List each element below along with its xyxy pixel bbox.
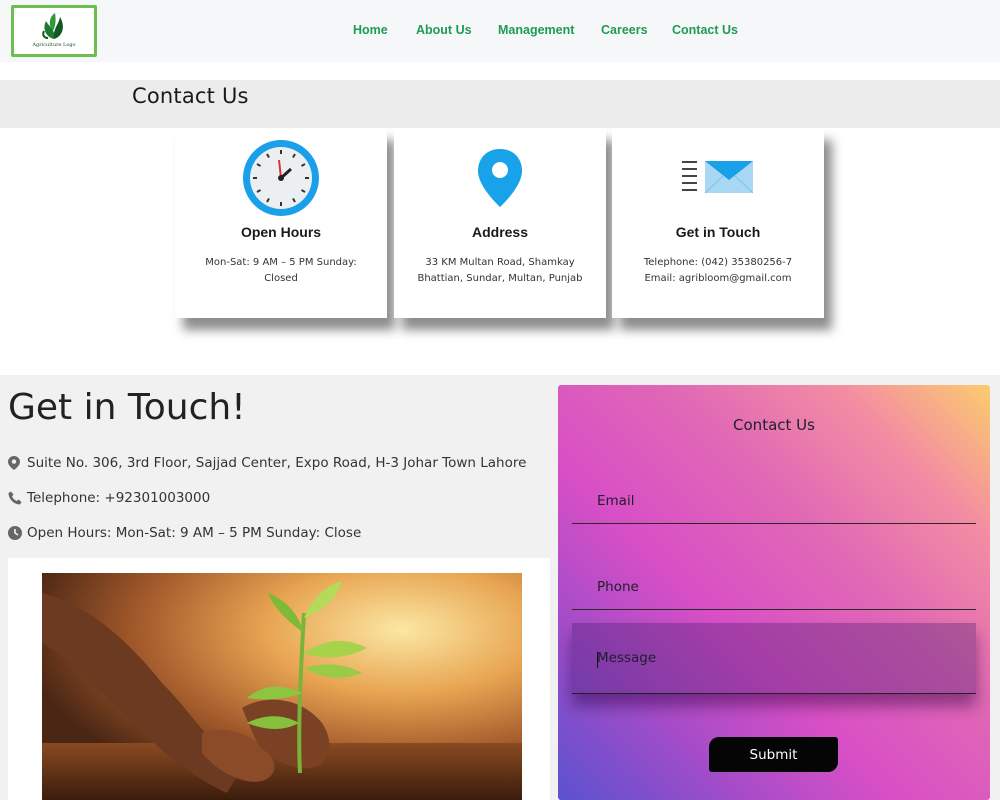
submit-button[interactable]: Submit xyxy=(709,737,838,772)
clock-icon xyxy=(175,138,387,218)
phone-field[interactable]: Phone xyxy=(572,555,976,610)
card-text: Mon-Sat: 9 AM – 5 PM Sunday: Closed xyxy=(205,257,357,284)
photo-container xyxy=(8,558,550,800)
section-title: Get in Touch! xyxy=(8,387,246,428)
nav-careers[interactable]: Careers xyxy=(601,23,648,37)
message-field[interactable]: Message xyxy=(572,623,976,694)
telephone-text: Telephone: +92301003000 xyxy=(27,490,211,506)
leaf-logo-icon xyxy=(42,13,63,39)
clock-icon xyxy=(8,526,22,540)
card-title: Get in Touch xyxy=(675,224,761,240)
card-title: Address xyxy=(471,224,529,240)
card-text: 33 KM Multan Road, Shamkay Bhattian, Sun… xyxy=(417,257,583,284)
email-label: Email xyxy=(597,493,635,509)
site-logo[interactable]: Agriculture Logo xyxy=(11,5,97,57)
phone-label: Phone xyxy=(597,579,639,595)
location-pin-icon xyxy=(394,138,606,218)
get-in-touch-section: Get in Touch! Suite No. 306, 3rd Floor, … xyxy=(0,375,1000,800)
address-line: Suite No. 306, 3rd Floor, Sajjad Center,… xyxy=(8,455,526,471)
message-label: Message xyxy=(597,650,657,666)
email-text: Email: agribloom@gmail.com xyxy=(644,273,792,284)
telephone-line: Telephone: +92301003000 xyxy=(8,490,210,506)
telephone-text: Telephone: (042) 35380256-7 xyxy=(643,257,793,268)
hours-text: Open Hours: Mon-Sat: 9 AM – 5 PM Sunday:… xyxy=(27,525,362,541)
page-title-band: Contact Us xyxy=(0,80,1000,128)
card-open-hours: Open Hours Mon-Sat: 9 AM – 5 PM Sunday: … xyxy=(175,128,387,318)
card-get-in-touch: Get in Touch Telephone: (042) 35380256-7… xyxy=(612,128,824,318)
email-field[interactable]: Email xyxy=(572,469,976,524)
planting-seedling-image xyxy=(42,573,522,800)
nav-about-us[interactable]: About Us xyxy=(416,23,472,37)
phone-icon xyxy=(8,491,22,505)
card-text: Telephone: (042) 35380256-7 Email: agrib… xyxy=(626,255,810,287)
site-header: Agriculture Logo Home About Us Managemen… xyxy=(0,0,1000,62)
nav-home[interactable]: Home xyxy=(353,23,388,37)
contact-form: Contact Us Email Phone Message Submit xyxy=(558,385,990,800)
map-marker-icon xyxy=(8,456,22,470)
hours-line: Open Hours: Mon-Sat: 9 AM – 5 PM Sunday:… xyxy=(8,525,361,541)
card-title: Open Hours xyxy=(240,224,322,240)
address-text: Suite No. 306, 3rd Floor, Sajjad Center,… xyxy=(27,455,527,471)
nav-management[interactable]: Management xyxy=(498,23,574,37)
page-title: Contact Us xyxy=(132,84,249,108)
nav-contact-us[interactable]: Contact Us xyxy=(672,23,738,37)
logo-text: Agriculture Logo xyxy=(32,42,76,48)
envelope-icon xyxy=(612,138,824,218)
form-title: Contact Us xyxy=(733,416,815,434)
card-address: Address 33 KM Multan Road, Shamkay Bhatt… xyxy=(394,128,606,318)
